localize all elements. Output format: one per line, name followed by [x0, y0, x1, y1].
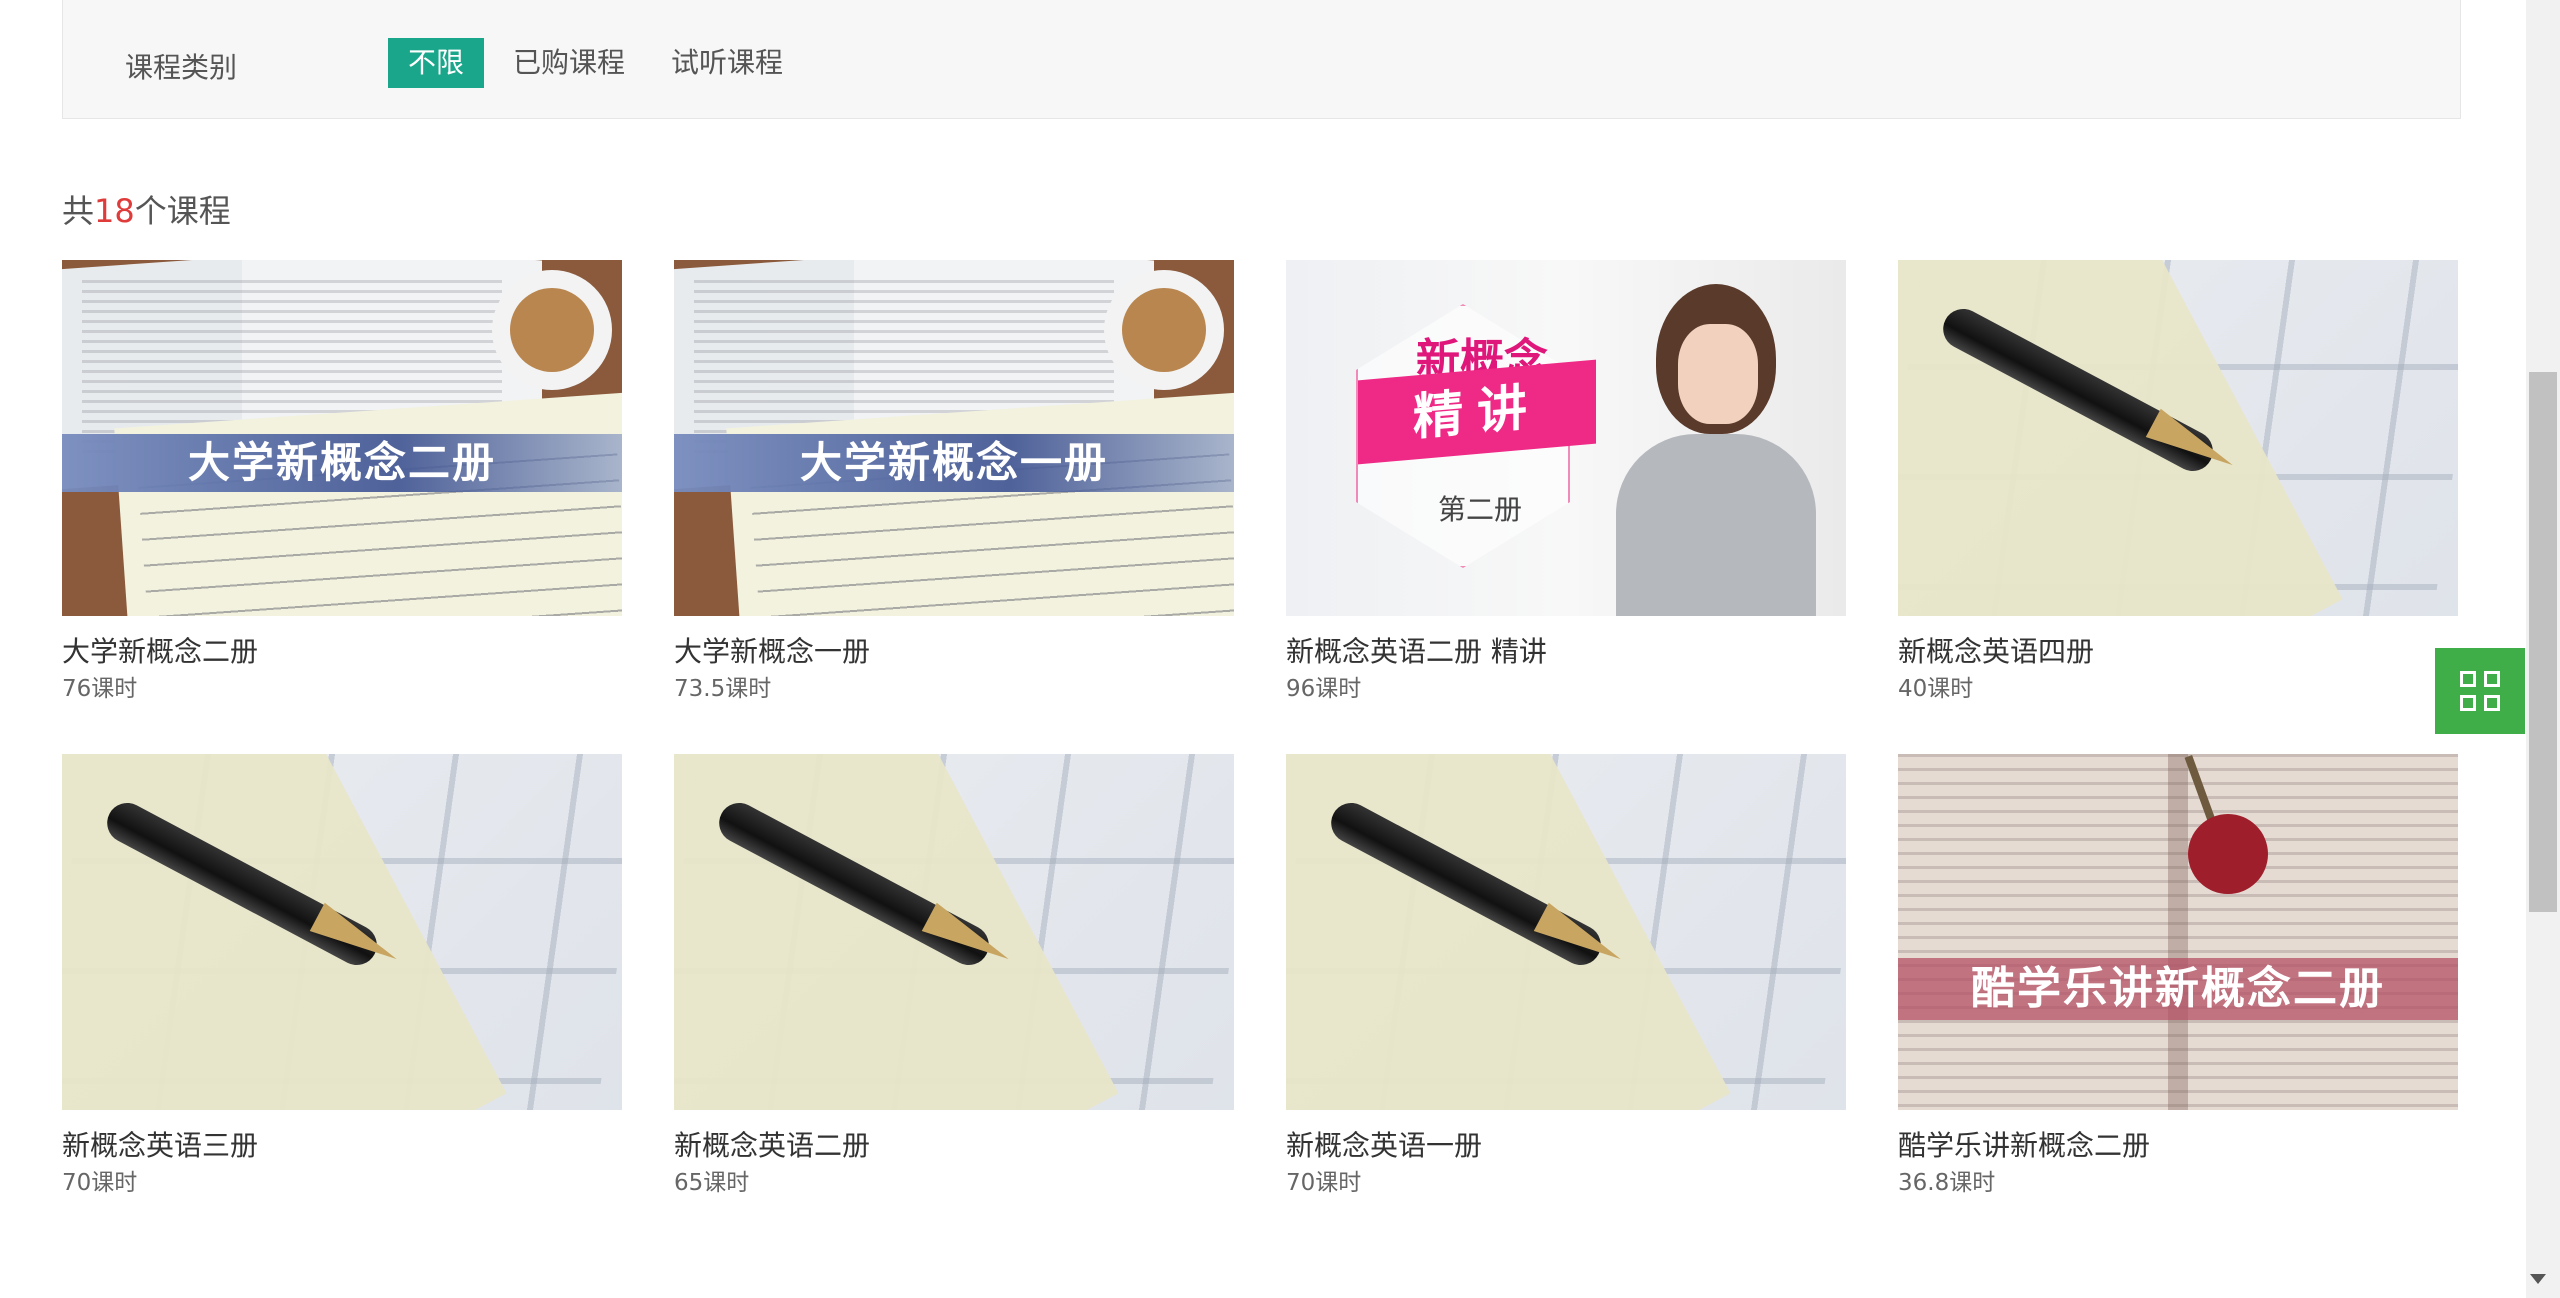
course-card[interactable]: 新概念英语一册 70课时 [1286, 754, 1846, 1198]
course-card[interactable]: 新概念英语三册 70课时 [62, 754, 622, 1198]
course-hours: 65课时 [674, 1170, 750, 1196]
course-filter-bar: 课程类别 不限 已购课程 试听课程 [62, 0, 2461, 119]
coffee-cup-image [492, 270, 612, 390]
qr-code-button[interactable] [2435, 648, 2525, 734]
course-title[interactable]: 新概念英语二册 精讲 [1286, 634, 1846, 670]
course-count: 共18个课程 [62, 186, 231, 232]
course-thumbnail[interactable] [1898, 260, 2458, 616]
course-hours: 96课时 [1286, 676, 1362, 702]
qr-code-icon [2460, 671, 2500, 711]
student-photo [1616, 284, 1816, 616]
course-thumbnail[interactable] [674, 754, 1234, 1110]
count-suffix: 个课程 [134, 192, 231, 230]
course-card[interactable]: 大学新概念二册 大学新概念二册 76课时 [62, 260, 622, 704]
course-title[interactable]: 新概念英语四册 [1898, 634, 2458, 670]
course-thumbnail[interactable]: 大学新概念二册 [62, 260, 622, 616]
course-card[interactable]: 新概念英语二册 65课时 [674, 754, 1234, 1198]
course-hours: 70课时 [1286, 1170, 1362, 1196]
course-thumbnail[interactable] [1286, 754, 1846, 1110]
course-title[interactable]: 新概念英语二册 [674, 1128, 1234, 1164]
coffee-cup-image [1104, 270, 1224, 390]
course-thumbnail[interactable]: 大学新概念一册 [674, 260, 1234, 616]
course-title[interactable]: 大学新概念二册 [62, 634, 622, 670]
cover-sub-text: 第二册 [1438, 493, 1523, 526]
course-hours: 40课时 [1898, 676, 1974, 702]
filter-option-all[interactable]: 不限 [388, 38, 485, 88]
course-card[interactable]: 大学新概念一册 大学新概念一册 73.5课时 [674, 260, 1234, 704]
course-thumbnail[interactable]: 酷学乐讲新概念二册 [1898, 754, 2458, 1110]
scrollbar-thumb[interactable] [2529, 372, 2557, 912]
course-card[interactable]: 新概念 精讲 第二册 新概念英语二册 精讲 96课时 [1286, 260, 1846, 704]
course-title[interactable]: 新概念英语三册 [62, 1128, 622, 1164]
count-prefix: 共 [62, 192, 95, 230]
filter-option-purchased[interactable]: 已购课程 [493, 38, 645, 88]
course-title[interactable]: 新概念英语一册 [1286, 1128, 1846, 1164]
course-hours: 70课时 [62, 1170, 138, 1196]
course-hours: 76课时 [62, 676, 138, 702]
thumbnail-banner: 大学新概念二册 [62, 434, 622, 492]
filter-option-trial[interactable]: 试听课程 [651, 38, 803, 88]
rose-image [2188, 814, 2268, 894]
course-thumbnail[interactable]: 新概念 精讲 第二册 [1286, 260, 1846, 616]
course-title[interactable]: 大学新概念一册 [674, 634, 1234, 670]
count-number: 18 [94, 192, 135, 230]
course-hours: 73.5课时 [674, 676, 772, 702]
filter-label: 课程类别 [125, 51, 238, 84]
course-hours: 36.8课时 [1898, 1170, 1996, 1196]
thumbnail-banner: 酷学乐讲新概念二册 [1898, 958, 2458, 1020]
course-card[interactable]: 新概念英语四册 40课时 [1898, 260, 2458, 704]
thumbnail-banner: 大学新概念一册 [674, 434, 1234, 492]
scroll-down-arrow-icon[interactable] [2530, 1274, 2546, 1284]
course-thumbnail[interactable] [62, 754, 622, 1110]
course-title[interactable]: 酷学乐讲新概念二册 [1898, 1128, 2458, 1164]
course-card[interactable]: 酷学乐讲新概念二册 酷学乐讲新概念二册 36.8课时 [1898, 754, 2458, 1198]
